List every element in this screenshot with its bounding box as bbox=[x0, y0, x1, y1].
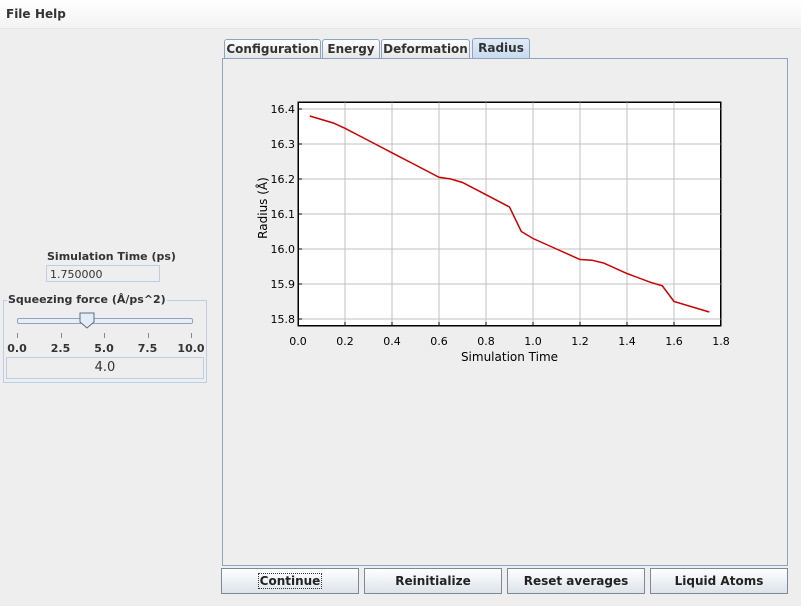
reset-averages-button[interactable]: Reset averages bbox=[507, 568, 645, 594]
reinitialize-button[interactable]: Reinitialize bbox=[364, 568, 502, 594]
slider-tick-label: 0.0 bbox=[7, 342, 27, 355]
tab-energy[interactable]: Energy bbox=[322, 39, 380, 58]
squeezing-force-title: Squeezing force (Å/ps^2) bbox=[7, 293, 167, 306]
slider-tick-label: 5.0 bbox=[94, 342, 114, 355]
simulation-time-label: Simulation Time (ps) bbox=[47, 250, 176, 263]
squeezing-force-value[interactable]: 4.0 bbox=[6, 357, 204, 379]
menu-file[interactable]: File bbox=[6, 7, 31, 21]
slider-tick-label: 2.5 bbox=[50, 342, 71, 355]
slider-tick-label: 7.5 bbox=[137, 342, 158, 355]
liquid-atoms-button[interactable]: Liquid Atoms bbox=[650, 568, 788, 594]
slider-tick bbox=[147, 333, 149, 338]
menu-help[interactable]: Help bbox=[35, 7, 66, 21]
slider-tick bbox=[60, 333, 62, 338]
slider-tick bbox=[191, 333, 192, 338]
tab-configuration[interactable]: Configuration bbox=[224, 39, 321, 58]
squeezing-force-slider-track[interactable] bbox=[17, 318, 193, 324]
squeezing-force-slider-thumb[interactable] bbox=[79, 312, 95, 329]
continue-button-label: Continue bbox=[257, 573, 323, 589]
simulation-time-value: 1.750000 bbox=[46, 265, 160, 282]
tab-deformation[interactable]: Deformation bbox=[381, 39, 470, 58]
plot-area bbox=[298, 102, 721, 326]
slider-tick bbox=[104, 333, 105, 338]
tab-radius[interactable]: Radius bbox=[472, 38, 530, 59]
slider-tick bbox=[17, 333, 18, 338]
slider-tick-label: 10.0 bbox=[177, 342, 205, 355]
continue-button[interactable]: Continue bbox=[221, 568, 359, 594]
menu-bar: File Help bbox=[0, 0, 801, 29]
